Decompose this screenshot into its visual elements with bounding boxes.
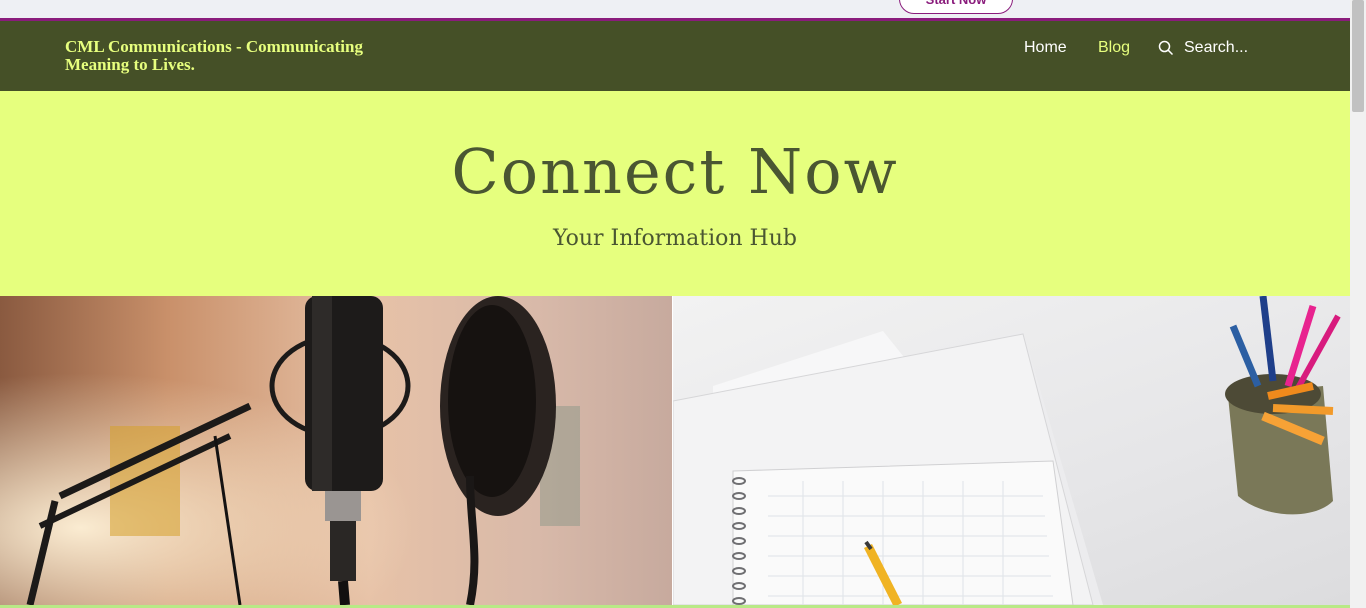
microphone-image (0, 296, 672, 605)
scrollbar-thumb[interactable] (1352, 0, 1364, 112)
search-icon[interactable] (1158, 40, 1174, 56)
hero-section: Connect Now Your Information Hub (0, 91, 1350, 296)
notebook-illustration (673, 296, 1341, 605)
nav-home-link[interactable]: Home (1024, 39, 1067, 57)
page-scrollbar[interactable] (1350, 0, 1366, 608)
search-input[interactable] (1184, 39, 1324, 57)
hero-subtitle: Your Information Hub (553, 226, 797, 251)
site-title[interactable]: CML Communications - Communicating Meani… (65, 38, 385, 74)
promo-bar: Start Now (0, 0, 1350, 18)
start-now-button[interactable]: Start Now (899, 0, 1013, 14)
search-box[interactable] (1158, 39, 1324, 57)
microphone-illustration (0, 296, 672, 605)
site-header: CML Communications - Communicating Meani… (0, 21, 1350, 91)
notebook-image (673, 296, 1350, 605)
nav-blog-link[interactable]: Blog (1098, 39, 1130, 57)
hero-title: Connect Now (451, 135, 899, 208)
